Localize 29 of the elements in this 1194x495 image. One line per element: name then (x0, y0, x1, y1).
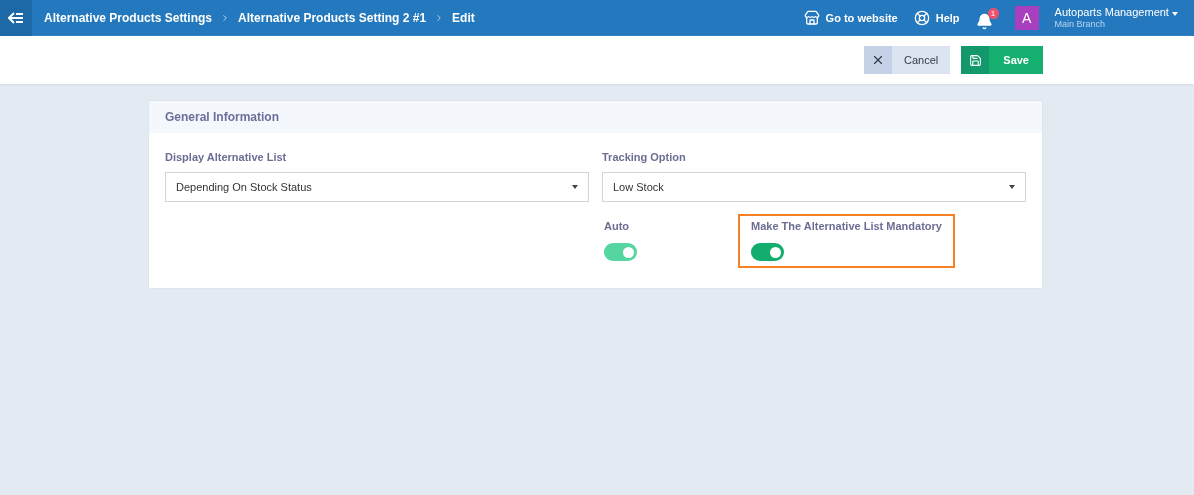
save-icon (968, 53, 982, 67)
caret-icon (1009, 185, 1015, 189)
breadcrumb: Edit (452, 11, 475, 25)
notifications-button[interactable]: 1 (975, 6, 999, 30)
save-button[interactable]: Save (961, 46, 1043, 74)
help-icon (913, 10, 930, 26)
select-field[interactable]: Low Stock (602, 172, 1026, 202)
field-label: Tracking Option (602, 151, 687, 163)
help-link[interactable]: Help (913, 10, 960, 26)
branch-name: Main Branch (1054, 18, 1107, 30)
breadcrumb[interactable]: Alternative Products Settings (44, 11, 213, 25)
back-button[interactable] (0, 0, 32, 36)
store-icon (803, 10, 820, 26)
caret-icon (1172, 12, 1178, 16)
select-field[interactable]: Depending On Stock Status (165, 172, 589, 202)
toggle-switch[interactable] (751, 243, 784, 261)
account-name[interactable]: Autoparts Management (1054, 6, 1178, 18)
field-label: Display Alternative List (165, 151, 288, 163)
back-arrow-icon (8, 12, 24, 24)
bell-icon (975, 12, 993, 30)
avatar[interactable]: A (1014, 6, 1039, 30)
caret-icon (572, 185, 578, 189)
cancel-button[interactable]: Cancel (864, 46, 951, 74)
breadcrumb[interactable]: Alternative Products Setting 2 #1 (238, 11, 427, 25)
section-title: General Information (149, 101, 1042, 133)
website-link[interactable]: Go to website (803, 10, 898, 26)
toggle-label: Make The Alternative List Mandatory (751, 220, 942, 232)
notification-badge: 1 (987, 7, 999, 19)
toggle-label: Auto (604, 220, 631, 232)
